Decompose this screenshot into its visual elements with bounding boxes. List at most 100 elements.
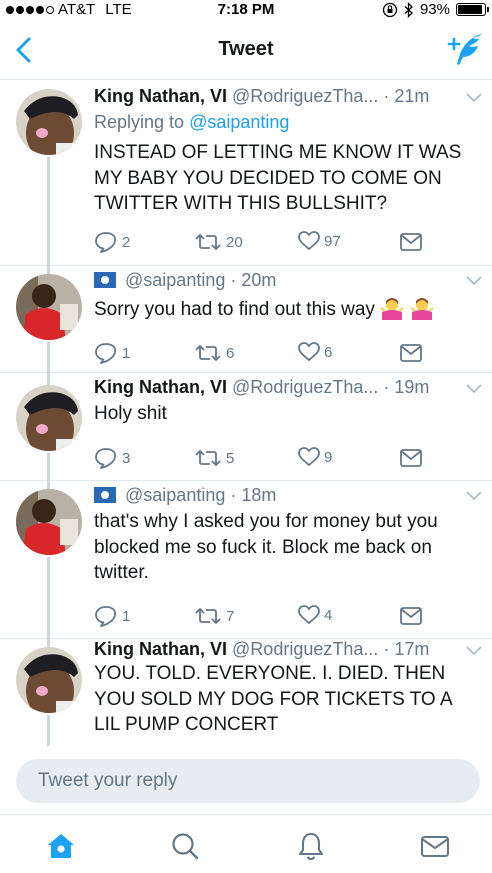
battery-percent: 93% bbox=[419, 1, 450, 18]
tweet-text: YOU. TOLD. EVERYONE. I. DIED. THEN YOU S… bbox=[94, 663, 452, 735]
tweet-text: Sorry you had to find out this way bbox=[94, 296, 480, 323]
messages-icon[interactable] bbox=[418, 829, 452, 863]
direct-message-icon[interactable] bbox=[400, 449, 422, 467]
direct-message-icon[interactable] bbox=[400, 607, 422, 625]
tweet-time: · 21m bbox=[383, 86, 430, 106]
like-button[interactable]: 4 bbox=[298, 605, 332, 625]
thread-line bbox=[47, 157, 50, 266]
tweet-text: Holy shit bbox=[94, 403, 167, 424]
retweet-button[interactable]: 7 bbox=[194, 605, 234, 627]
author-name[interactable]: King Nathan, VI bbox=[94, 377, 227, 397]
tweet-actions: 1 6 6 bbox=[94, 342, 434, 364]
thread-line bbox=[47, 557, 50, 639]
retweet-count: 6 bbox=[226, 344, 235, 362]
chevron-down-icon[interactable] bbox=[466, 384, 482, 394]
woman-shrugging-icon bbox=[409, 298, 434, 320]
direct-message-icon[interactable] bbox=[400, 233, 422, 251]
reply-count: 3 bbox=[122, 449, 131, 467]
reply-icon bbox=[95, 448, 117, 469]
search-icon[interactable] bbox=[168, 829, 202, 863]
thread-line bbox=[47, 715, 50, 746]
retweet-count: 7 bbox=[226, 607, 235, 625]
avatar[interactable] bbox=[16, 274, 82, 340]
like-count: 4 bbox=[324, 606, 333, 624]
like-button[interactable]: 9 bbox=[298, 447, 332, 467]
reply-button[interactable]: 3 bbox=[94, 447, 130, 469]
reply-button[interactable]: 2 bbox=[94, 231, 130, 253]
tweet[interactable]: King Nathan, VI @RodriguezTha... · 19m H… bbox=[0, 373, 492, 481]
reply-count: 2 bbox=[122, 233, 131, 251]
tweet-time: · 20m bbox=[230, 270, 277, 290]
notifications-icon[interactable] bbox=[294, 829, 328, 863]
home-icon[interactable] bbox=[44, 829, 78, 863]
chevron-down-icon[interactable] bbox=[466, 491, 482, 501]
tweet-actions: 3 5 9 bbox=[94, 447, 434, 469]
tweet-actions: 1 7 4 bbox=[94, 605, 434, 627]
tweet-text: that's why I asked you for money but you… bbox=[94, 511, 438, 583]
chevron-down-icon[interactable] bbox=[466, 646, 482, 656]
like-button[interactable]: 97 bbox=[298, 231, 341, 251]
author-handle[interactable]: @saipanting bbox=[125, 270, 225, 290]
retweet-icon bbox=[195, 607, 221, 625]
chevron-down-icon[interactable] bbox=[466, 276, 482, 286]
tweet-actions: 2 20 97 bbox=[94, 231, 434, 253]
retweet-button[interactable]: 5 bbox=[194, 447, 234, 469]
page-title: Tweet bbox=[218, 38, 274, 60]
tweet-header: @saipanting · 20m bbox=[94, 270, 482, 291]
avatar[interactable] bbox=[16, 385, 82, 451]
direct-message-icon[interactable] bbox=[400, 344, 422, 362]
retweet-icon bbox=[195, 344, 221, 362]
author-name[interactable]: King Nathan, VI bbox=[94, 639, 227, 659]
chevron-down-icon[interactable] bbox=[466, 93, 482, 103]
avatar[interactable] bbox=[16, 489, 82, 555]
battery-level bbox=[458, 5, 483, 14]
reply-count: 1 bbox=[122, 607, 131, 625]
orientation-lock-icon bbox=[382, 2, 398, 17]
reply-button[interactable]: 1 bbox=[94, 605, 130, 627]
like-count: 6 bbox=[324, 343, 333, 361]
status-right: 93% bbox=[382, 1, 489, 18]
bluetooth-icon bbox=[404, 1, 413, 18]
reply-icon bbox=[95, 606, 117, 627]
tweet-header: King Nathan, VI @RodriguezTha... · 17m bbox=[94, 639, 482, 660]
heart-icon bbox=[298, 447, 320, 467]
tweet-header: King Nathan, VI @RodriguezTha... · 19m bbox=[94, 377, 482, 398]
tweet-header: King Nathan, VI @RodriguezTha... · 21m bbox=[94, 86, 482, 107]
thread-line bbox=[47, 639, 50, 647]
author-handle[interactable]: @saipanting bbox=[125, 485, 225, 505]
thread-line bbox=[47, 373, 50, 385]
avatar[interactable] bbox=[16, 89, 82, 155]
avatar[interactable] bbox=[16, 647, 82, 713]
replying-to-link[interactable]: @saipanting bbox=[189, 112, 289, 132]
reply-icon bbox=[95, 343, 117, 364]
reply-input[interactable] bbox=[16, 759, 480, 803]
author-handle[interactable]: @RodriguezTha... bbox=[232, 86, 378, 106]
status-bar: AT&T LTE 7:18 PM 93% bbox=[0, 0, 492, 20]
author-handle[interactable]: @RodriguezTha... bbox=[232, 639, 378, 659]
tweet[interactable]: King Nathan, VI @RodriguezTha... · 17m Y… bbox=[0, 639, 492, 746]
retweet-button[interactable]: 20 bbox=[194, 231, 243, 253]
retweet-icon bbox=[195, 233, 221, 251]
author-handle[interactable]: @RodriguezTha... bbox=[232, 377, 378, 397]
tweet-time: · 17m bbox=[383, 639, 430, 659]
tab-bar bbox=[0, 814, 492, 873]
reply-count: 1 bbox=[122, 344, 131, 362]
replying-to: Replying to @saipanting bbox=[94, 112, 290, 132]
tweet-header: @saipanting · 18m bbox=[94, 485, 482, 506]
tweet-thread: King Nathan, VI @RodriguezTha... · 21m R… bbox=[0, 81, 492, 746]
tweet[interactable]: @saipanting · 20m Sorry you had to find … bbox=[0, 266, 492, 373]
like-button[interactable]: 6 bbox=[298, 342, 332, 362]
reply-button[interactable]: 1 bbox=[94, 342, 130, 364]
tweet[interactable]: @saipanting · 18m that's why I asked you… bbox=[0, 481, 492, 639]
like-count: 9 bbox=[324, 448, 333, 466]
compose-tweet-icon[interactable] bbox=[446, 32, 484, 66]
retweet-count: 20 bbox=[226, 233, 243, 251]
reply-icon bbox=[95, 232, 117, 253]
author-name[interactable]: King Nathan, VI bbox=[94, 86, 227, 106]
like-count: 97 bbox=[324, 232, 341, 250]
heart-icon bbox=[298, 605, 320, 625]
retweet-button[interactable]: 6 bbox=[194, 342, 234, 364]
heart-icon bbox=[298, 231, 320, 251]
thread-line bbox=[47, 453, 50, 481]
tweet[interactable]: King Nathan, VI @RodriguezTha... · 21m R… bbox=[0, 81, 492, 266]
